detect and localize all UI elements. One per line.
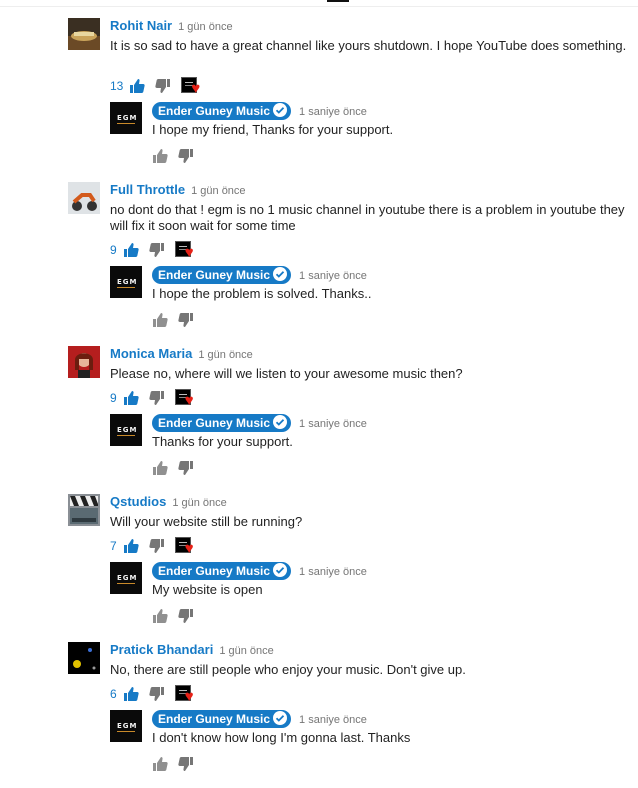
channel-avatar[interactable]: EGM	[110, 710, 142, 742]
channel-name-badge[interactable]: Ender Guney Music	[152, 562, 292, 580]
thumbs-up-icon[interactable]	[123, 538, 139, 554]
reply-author: Ender Guney Music	[158, 268, 271, 282]
reply-text: My website is open	[152, 582, 263, 597]
reply-text: I don't know how long I'm gonna last. Th…	[152, 730, 411, 745]
comment-timestamp[interactable]: 1 gün önce	[172, 497, 226, 509]
reply: EGM Ender Guney Music 1 saniye önce I don…	[110, 710, 628, 782]
comment-timestamp[interactable]: 1 gün önce	[178, 21, 232, 33]
comment-thread: Monica Maria 1 gün önce Please no, where …	[68, 346, 628, 486]
comment-author[interactable]: Rohit Nair	[110, 18, 172, 33]
avatar[interactable]	[68, 346, 100, 378]
thumbs-up-icon[interactable]	[123, 390, 139, 406]
comment-text: no dont do that ! egm is no 1 music chan…	[110, 202, 625, 233]
verified-check-icon	[273, 267, 287, 281]
comment-author[interactable]: Full Throttle	[110, 182, 185, 197]
thumbs-down-icon[interactable]	[178, 756, 194, 772]
creator-heart-icon: ♥	[174, 537, 201, 556]
top-indicator	[327, 0, 349, 2]
creator-heart-icon: ♥	[174, 389, 201, 408]
thumbs-down-icon[interactable]	[149, 538, 165, 554]
reply-text: I hope the problem is solved. Thanks..	[152, 286, 372, 301]
thumbs-up-icon[interactable]	[129, 78, 145, 94]
top-divider	[0, 0, 638, 7]
avatar[interactable]	[68, 642, 100, 674]
thumbs-up-icon[interactable]	[152, 148, 168, 164]
thumbs-down-icon[interactable]	[178, 312, 194, 328]
avatar[interactable]	[68, 494, 100, 526]
reply-timestamp[interactable]: 1 saniye önce	[299, 714, 367, 726]
thumbs-down-icon[interactable]	[178, 608, 194, 624]
creator-heart-icon: ♥	[181, 77, 207, 96]
channel-name-badge[interactable]: Ender Guney Music	[152, 710, 292, 728]
thumbs-down-icon[interactable]	[155, 78, 171, 94]
verified-check-icon	[273, 563, 287, 577]
reply-text: I hope my friend, Thanks for your suppor…	[152, 122, 394, 137]
comment-timestamp[interactable]: 1 gün önce	[198, 349, 252, 361]
reply-timestamp[interactable]: 1 saniye önce	[299, 270, 367, 282]
thumbs-up-icon[interactable]	[123, 242, 139, 258]
comment-text: No, there are still people who enjoy you…	[110, 662, 466, 677]
channel-name-badge[interactable]: Ender Guney Music	[152, 102, 292, 120]
reply-timestamp[interactable]: 1 saniye önce	[299, 106, 367, 118]
reply: EGM Ender Guney Music 1 saniye önce I hop…	[110, 102, 628, 174]
like-count: 9	[110, 391, 117, 405]
channel-name-badge[interactable]: Ender Guney Music	[152, 414, 292, 432]
verified-check-icon	[273, 103, 287, 117]
verified-check-icon	[273, 711, 287, 725]
comment: Rohit Nair 1 gün önce It is so sad to hav…	[68, 18, 628, 102]
comment-author[interactable]: Pratick Bhandari	[110, 642, 213, 657]
comment-thread: Rohit Nair 1 gün önce It is so sad to hav…	[68, 18, 628, 174]
comment-timestamp[interactable]: 1 gün önce	[219, 645, 273, 657]
thumbs-down-icon[interactable]	[178, 460, 194, 476]
avatar[interactable]	[68, 182, 100, 214]
thumbs-up-icon[interactable]	[152, 608, 168, 624]
comment-author[interactable]: Monica Maria	[110, 346, 192, 361]
reply: EGM Ender Guney Music 1 saniye önce Thank…	[110, 414, 628, 486]
reply-author: Ender Guney Music	[158, 104, 271, 118]
like-count: 13	[110, 79, 124, 93]
like-count: 7	[110, 539, 117, 553]
channel-name-badge[interactable]: Ender Guney Music	[152, 266, 292, 284]
comment-author[interactable]: Qstudios	[110, 494, 166, 509]
reply: EGM Ender Guney Music 1 saniye önce I hop…	[110, 266, 628, 338]
reply-author: Ender Guney Music	[158, 416, 271, 430]
reply-text: Thanks for your support.	[152, 434, 293, 449]
like-count: 9	[110, 243, 117, 257]
thumbs-down-icon[interactable]	[149, 242, 165, 258]
creator-heart-icon: ♥	[174, 241, 201, 260]
thumbs-down-icon[interactable]	[149, 686, 165, 702]
comment-text: It is so sad to have a great channel lik…	[110, 38, 627, 53]
thumbs-down-icon[interactable]	[178, 148, 194, 164]
reply-author: Ender Guney Music	[158, 564, 271, 578]
comment: Pratick Bhandari 1 gün önce No, there are…	[68, 642, 628, 710]
thumbs-up-icon[interactable]	[123, 686, 139, 702]
reply-author: Ender Guney Music	[158, 712, 271, 726]
reply-timestamp[interactable]: 1 saniye önce	[299, 566, 367, 578]
verified-check-icon	[273, 415, 287, 429]
thumbs-up-icon[interactable]	[152, 756, 168, 772]
comment-text: Please no, where will we listen to your …	[110, 366, 463, 381]
comment-thread: Full Throttle 1 gün önce no dont do that …	[68, 182, 628, 338]
like-count: 6	[110, 687, 117, 701]
thumbs-up-icon[interactable]	[152, 460, 168, 476]
comment-timestamp[interactable]: 1 gün önce	[191, 185, 245, 197]
channel-avatar[interactable]: EGM	[110, 102, 142, 134]
thumbs-down-icon[interactable]	[149, 390, 165, 406]
reply-timestamp[interactable]: 1 saniye önce	[299, 418, 367, 430]
reply: EGM Ender Guney Music 1 saniye önce My we…	[110, 562, 628, 634]
comment-thread: Qstudios 1 gün önce Will your website sti…	[68, 494, 628, 634]
comment-thread: Pratick Bhandari 1 gün önce No, there are…	[68, 642, 628, 782]
comment: Monica Maria 1 gün önce Please no, where …	[68, 346, 628, 414]
comment-text: Will your website still be running?	[110, 514, 303, 529]
thumbs-up-icon[interactable]	[152, 312, 168, 328]
avatar[interactable]	[68, 18, 100, 50]
channel-avatar[interactable]: EGM	[110, 414, 142, 446]
creator-heart-icon: ♥	[174, 685, 201, 704]
channel-avatar[interactable]: EGM	[110, 266, 142, 298]
comment: Full Throttle 1 gün önce no dont do that …	[68, 182, 628, 266]
channel-avatar[interactable]: EGM	[110, 562, 142, 594]
comment: Qstudios 1 gün önce Will your website sti…	[68, 494, 628, 562]
